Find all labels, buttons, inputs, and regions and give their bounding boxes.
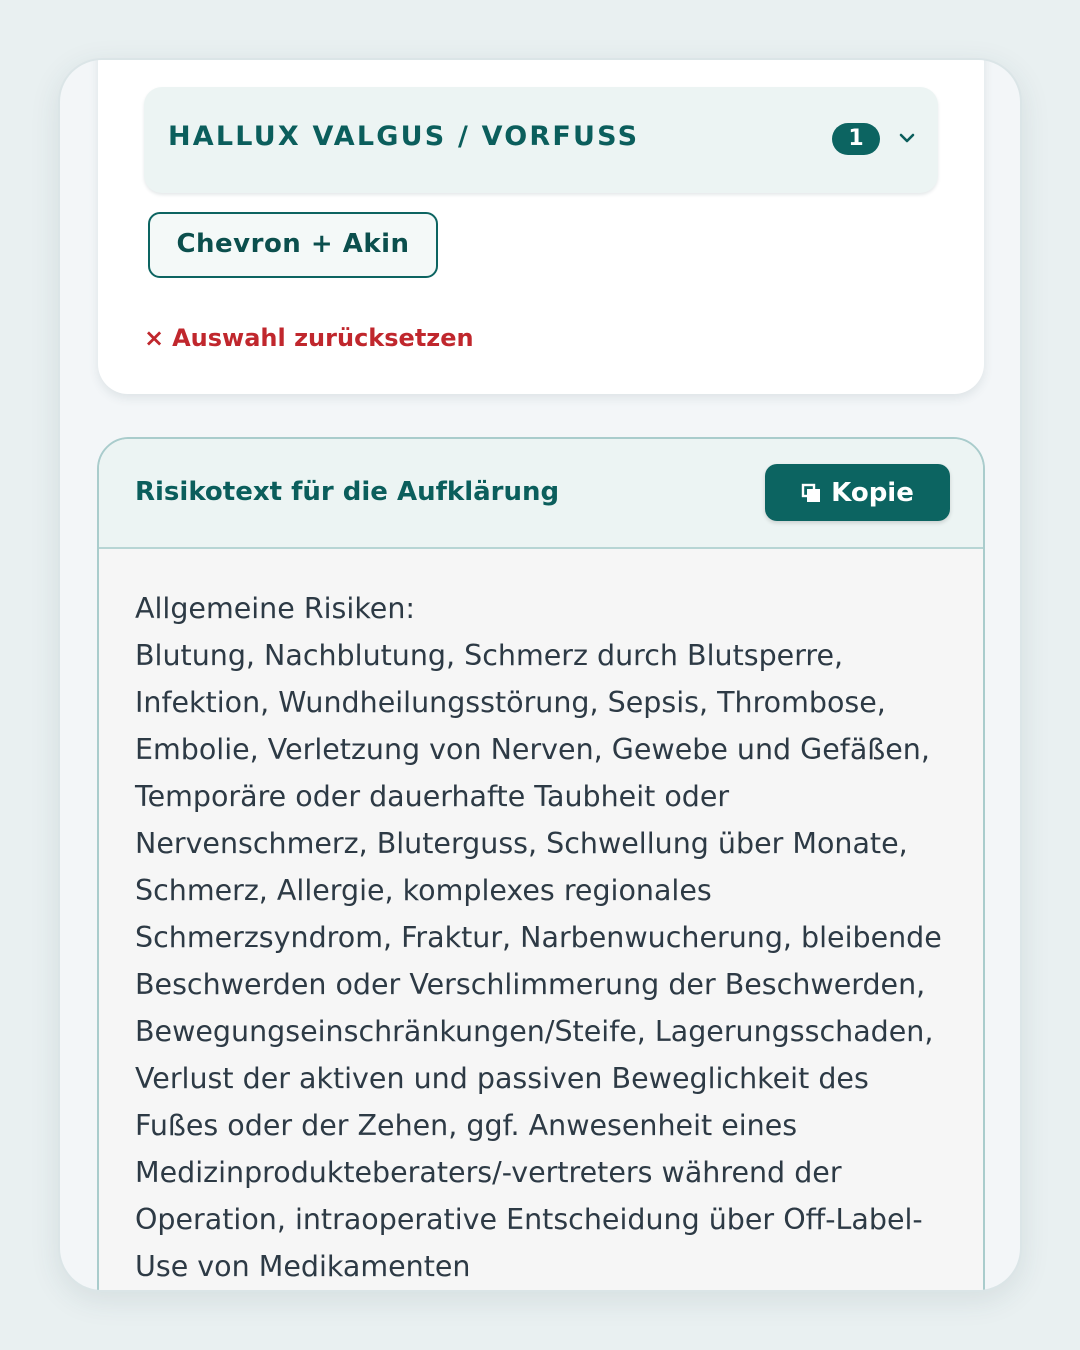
- risk-textarea[interactable]: Allgemeine Risiken: Blutung, Nachblutung…: [135, 585, 955, 1290]
- risk-text-header: Risikotext für die Aufklärung Kopie: [99, 439, 983, 549]
- app-screen: HALLUX VALGUS / VORFUSS 1 Chevron + Akin…: [58, 58, 1022, 1292]
- reset-selection-link[interactable]: × Auswahl zurücksetzen: [144, 324, 474, 352]
- category-title: HALLUX VALGUS / VORFUSS: [168, 121, 640, 152]
- procedure-selection-card: HALLUX VALGUS / VORFUSS 1 Chevron + Akin…: [98, 60, 984, 394]
- category-accordion-header[interactable]: HALLUX VALGUS / VORFUSS 1: [144, 87, 938, 193]
- selected-count-badge: 1: [832, 123, 880, 155]
- close-icon: ×: [144, 324, 165, 352]
- risk-text-title: Risikotext für die Aufklärung: [135, 477, 560, 507]
- procedure-option-chevron-akin[interactable]: Chevron + Akin: [148, 212, 438, 278]
- chevron-down-icon[interactable]: [898, 127, 916, 149]
- copy-icon: [801, 483, 821, 502]
- risk-text-card: Risikotext für die Aufklärung Kopie Allg…: [97, 437, 985, 1290]
- reset-selection-label: Auswahl zurücksetzen: [172, 324, 474, 352]
- copy-button-label: Kopie: [831, 477, 914, 508]
- copy-button[interactable]: Kopie: [765, 464, 950, 521]
